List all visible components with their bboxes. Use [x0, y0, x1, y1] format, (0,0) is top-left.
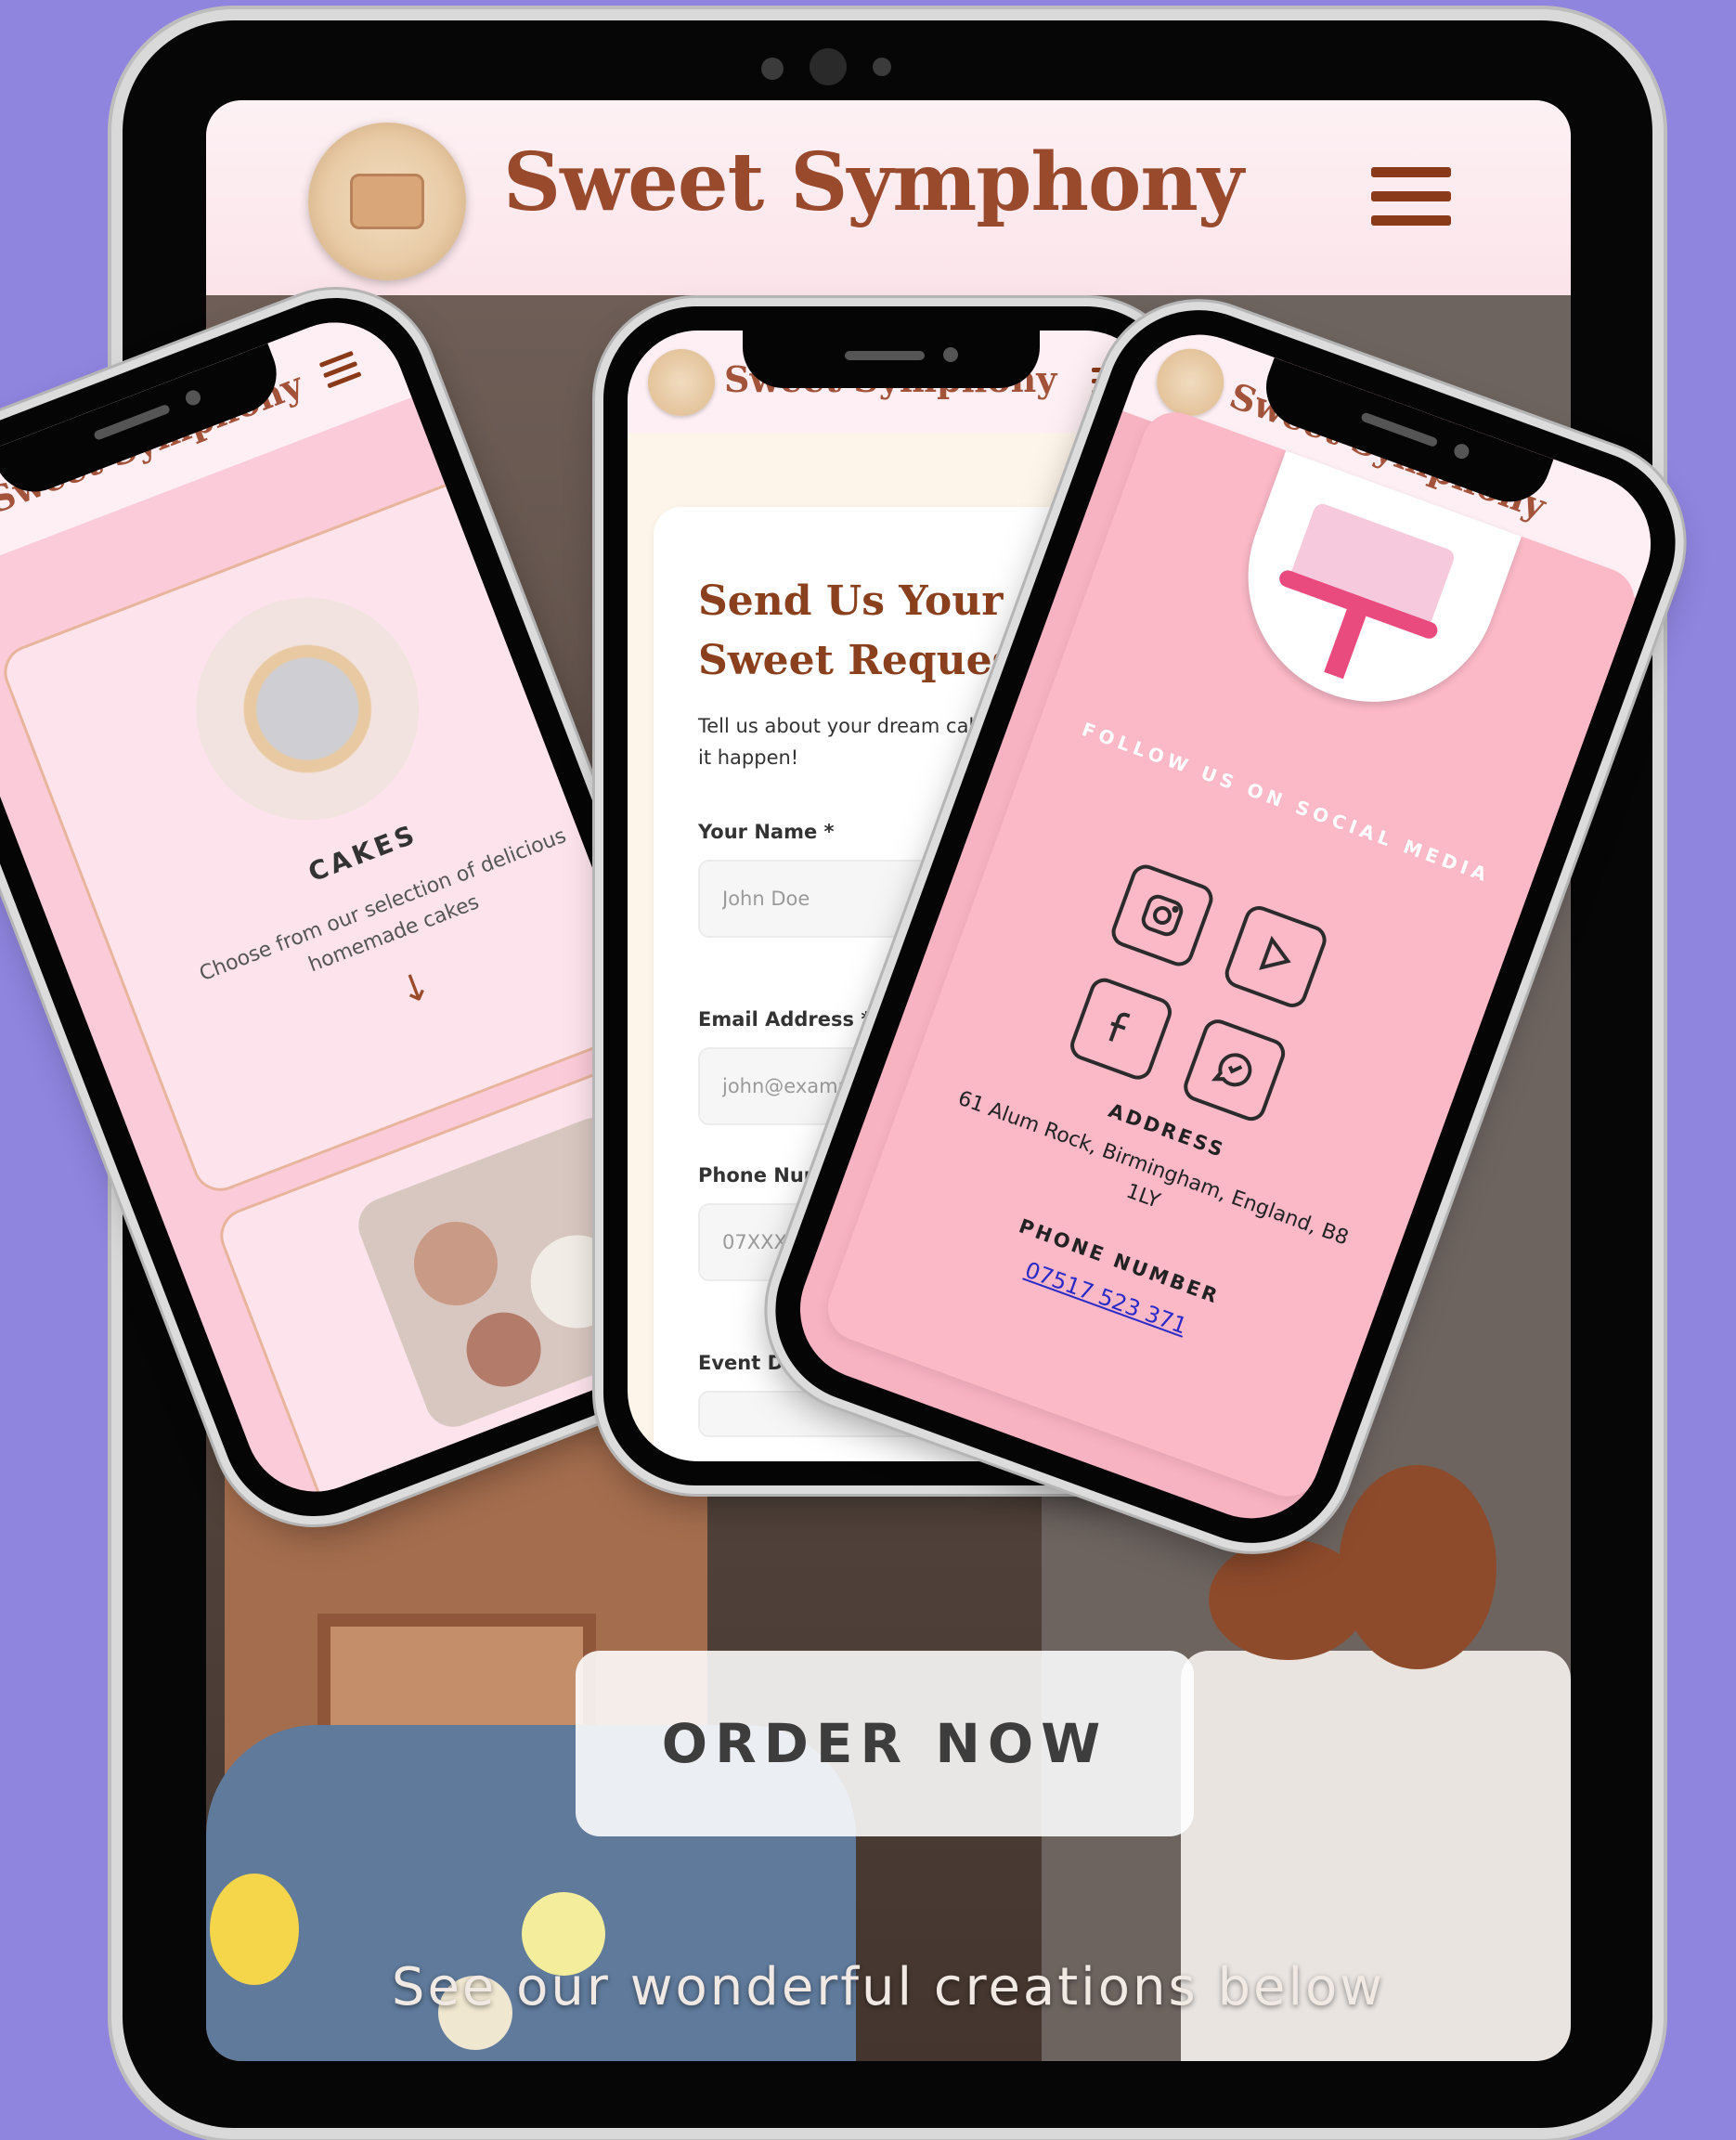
tablet-brand: Sweet Symphony — [503, 136, 1244, 229]
tablet-header: Sweet Symphony — [206, 100, 1571, 295]
tablet-camera-main — [810, 48, 847, 85]
tablet-camera-left — [761, 58, 784, 80]
tablet-camera-right — [873, 58, 891, 76]
cake-image — [163, 564, 452, 853]
follow-title: FOLLOW US ON SOCIAL MEDIA — [1079, 718, 1494, 888]
email-label: Email Address * — [698, 1008, 872, 1031]
hamburger-icon[interactable] — [318, 350, 362, 390]
instagram-icon[interactable] — [1108, 861, 1217, 970]
name-label: Your Name * — [698, 821, 835, 843]
phone-logo[interactable] — [1147, 339, 1234, 425]
play-icon[interactable] — [1221, 901, 1331, 1012]
tablet-logo[interactable] — [308, 123, 466, 280]
scene-bun-1 — [1339, 1465, 1496, 1669]
phone-logo[interactable] — [648, 349, 715, 416]
phone-notch — [743, 331, 1040, 388]
scene-bun-2 — [1209, 1539, 1367, 1660]
facebook-icon[interactable] — [1066, 974, 1176, 1084]
order-now-button[interactable]: ORDER NOW — [576, 1651, 1194, 1836]
logo-cake-icon — [350, 174, 424, 229]
hamburger-icon[interactable] — [1371, 167, 1451, 227]
hero-tagline: See our wonderful creations below — [391, 1957, 1386, 2017]
whatsapp-icon[interactable] — [1179, 1015, 1289, 1125]
